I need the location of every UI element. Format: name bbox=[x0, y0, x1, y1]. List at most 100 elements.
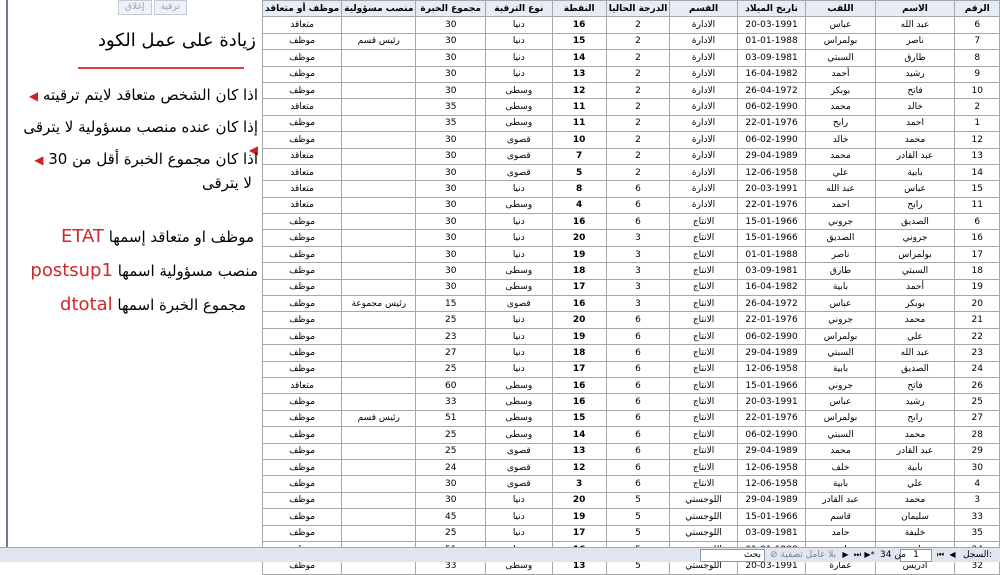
table-cell[interactable]: علي bbox=[874, 327, 956, 346]
table-cell[interactable]: 25 bbox=[415, 360, 486, 378]
table-cell[interactable]: 30 bbox=[415, 245, 486, 264]
last-record-icon[interactable]: ⏭ bbox=[852, 549, 863, 560]
table-row[interactable]: موظف 30 قصوى 3 6 الانتاج 12-06-1958 بابية علي 4 bbox=[261, 475, 1000, 493]
table-cell[interactable] bbox=[341, 278, 417, 297]
table-cell[interactable]: موظف bbox=[261, 262, 343, 280]
table-row[interactable]: متعاقد 30 قصوى 5 2 الادارة 12-06-1958 علي بابية 1… bbox=[261, 163, 1000, 182]
table-row[interactable]: متعاقد 30 قصوى 7 2 الادارة 29-04-1989 محمد عبد ا… bbox=[261, 147, 1000, 165]
table-row[interactable]: موظف 30 وسطى 18 3 الانتاج 03-09-1981 طارق السبتي… bbox=[261, 262, 1000, 280]
table-cell[interactable]: الادارة bbox=[669, 196, 738, 215]
table-cell[interactable]: 24 bbox=[954, 360, 1000, 378]
column-header[interactable]: الدرجة الحاليا bbox=[605, 0, 671, 18]
table-cell[interactable]: 15 bbox=[551, 32, 607, 51]
table-cell[interactable]: 6 bbox=[605, 426, 671, 444]
table-cell[interactable]: الانتاج bbox=[669, 409, 738, 428]
table-cell[interactable]: محمد bbox=[874, 426, 956, 444]
table-cell[interactable]: الصديق bbox=[805, 229, 876, 247]
table-row[interactable]: متعاقد 30 دنيا 16 2 الادارة 20-03-1991 عباس عبد … bbox=[261, 16, 1000, 34]
table-cell[interactable]: 22 bbox=[954, 327, 1000, 346]
table-cell[interactable]: 9 bbox=[954, 65, 1000, 83]
table-cell[interactable]: الصديق bbox=[874, 213, 956, 231]
table-cell[interactable]: جروني bbox=[805, 376, 876, 395]
table-cell[interactable]: 19 bbox=[551, 245, 607, 264]
table-cell[interactable]: احمد bbox=[805, 196, 876, 215]
table-cell[interactable]: 14 bbox=[954, 163, 1000, 182]
table-cell[interactable]: 2 bbox=[605, 98, 671, 116]
table-cell[interactable]: السبتي bbox=[805, 344, 876, 362]
table-cell[interactable]: وسطى bbox=[484, 262, 553, 280]
table-cell[interactable]: 19 bbox=[551, 508, 607, 526]
table-cell[interactable]: 30 bbox=[415, 81, 486, 100]
table-cell[interactable] bbox=[341, 229, 417, 247]
table-cell[interactable]: 3 bbox=[605, 245, 671, 264]
table-cell[interactable]: بابية bbox=[805, 360, 876, 378]
table-cell[interactable]: دنيا bbox=[484, 180, 553, 198]
table-cell[interactable]: 19 bbox=[551, 327, 607, 346]
table-cell[interactable]: 11 bbox=[954, 196, 1000, 215]
table-cell[interactable]: الادارة bbox=[669, 81, 738, 100]
table-cell[interactable]: 4 bbox=[954, 475, 1000, 493]
table-cell[interactable]: بوبكر bbox=[805, 81, 876, 100]
table-cell[interactable]: علي bbox=[874, 475, 956, 493]
table-cell[interactable]: عباس bbox=[805, 393, 876, 411]
table-cell[interactable]: 03-09-1981 bbox=[736, 262, 807, 280]
table-cell[interactable]: 30 bbox=[415, 491, 486, 510]
table-cell[interactable]: وسطى bbox=[484, 196, 553, 215]
table-cell[interactable]: محمد bbox=[805, 442, 876, 460]
table-row[interactable]: موظف 24 قصوى 12 6 الانتاج 12-06-1958 خلف بابية 30 bbox=[261, 458, 1000, 477]
table-cell[interactable]: اللوجستي bbox=[669, 524, 738, 542]
table-cell[interactable]: بابية bbox=[805, 278, 876, 297]
table-row[interactable]: موظف 30 دنيا 20 3 الانتاج 15-01-1966 الصديق جرون… bbox=[261, 229, 1000, 247]
table-cell[interactable]: الادارة bbox=[669, 131, 738, 149]
table-cell[interactable]: 6 bbox=[605, 409, 671, 428]
table-cell[interactable]: 6 bbox=[605, 376, 671, 395]
table-cell[interactable]: 5 bbox=[551, 163, 607, 182]
table-cell[interactable]: 21 bbox=[954, 311, 1000, 329]
table-cell[interactable]: 51 bbox=[415, 409, 486, 428]
table-cell[interactable]: موظف bbox=[261, 524, 343, 542]
table-cell[interactable]: الانتاج bbox=[669, 311, 738, 329]
table-cell[interactable]: الصديق bbox=[874, 360, 956, 378]
column-header[interactable]: مجموع الخبرة bbox=[415, 0, 486, 18]
table-cell[interactable]: 16 bbox=[551, 213, 607, 231]
table-cell[interactable]: 15 bbox=[415, 295, 486, 313]
table-cell[interactable]: متعاقد bbox=[261, 147, 343, 165]
table-cell[interactable]: 15-01-1966 bbox=[736, 508, 807, 526]
table-cell[interactable]: 16 bbox=[551, 295, 607, 313]
table-cell[interactable]: رشيد bbox=[874, 393, 956, 411]
table-cell[interactable]: 12-06-1958 bbox=[736, 458, 807, 477]
table-cell[interactable]: 5 bbox=[605, 524, 671, 542]
table-cell[interactable] bbox=[341, 344, 417, 362]
table-row[interactable]: موظف 25 قصوى 13 6 الانتاج 29-04-1989 محمد عبد ال… bbox=[261, 442, 1000, 460]
table-cell[interactable]: الادارة bbox=[669, 147, 738, 165]
table-cell[interactable]: ناصر bbox=[805, 245, 876, 264]
table-cell[interactable]: 01-01-1988 bbox=[736, 245, 807, 264]
table-cell[interactable]: 29-04-1989 bbox=[736, 147, 807, 165]
table-cell[interactable]: 30 bbox=[415, 475, 486, 493]
table-cell[interactable]: دنيا bbox=[484, 245, 553, 264]
table-cell[interactable]: 60 bbox=[415, 376, 486, 395]
table-cell[interactable]: محمد bbox=[874, 491, 956, 510]
table-row[interactable]: موظف 30 دنيا 16 6 الانتاج 15-01-1966 جروني الصدي… bbox=[261, 213, 1000, 231]
table-cell[interactable]: حامد bbox=[805, 524, 876, 542]
table-row[interactable]: متعاقد 60 وسطى 16 6 الانتاج 15-01-1966 جروني فات… bbox=[261, 376, 1000, 395]
table-cell[interactable]: 3 bbox=[605, 229, 671, 247]
table-cell[interactable]: خليفة bbox=[874, 524, 956, 542]
table-cell[interactable]: خالد bbox=[805, 131, 876, 149]
table-cell[interactable]: 03-09-1981 bbox=[736, 49, 807, 67]
table-cell[interactable]: 6 bbox=[954, 213, 1000, 231]
table-cell[interactable]: الادارة bbox=[669, 98, 738, 116]
table-cell[interactable]: 30 bbox=[415, 180, 486, 198]
table-cell[interactable]: موظف bbox=[261, 49, 343, 67]
table-cell[interactable]: 6 bbox=[605, 360, 671, 378]
table-row[interactable]: متعاقد 35 وسطى 11 2 الادارة 06-02-1990 محمد خالد… bbox=[261, 98, 1000, 116]
table-row[interactable]: موظف 25 دنيا 17 5 اللوجستي 03-09-1981 حامد خليفة… bbox=[261, 524, 1000, 542]
table-cell[interactable]: 11 bbox=[551, 114, 607, 133]
table-cell[interactable]: 16 bbox=[551, 16, 607, 34]
column-header[interactable]: اللقب bbox=[805, 0, 876, 18]
table-cell[interactable]: بولمراس bbox=[805, 409, 876, 428]
table-cell[interactable]: عبد القادر bbox=[874, 147, 956, 165]
table-cell[interactable]: قصوى bbox=[484, 147, 553, 165]
table-cell[interactable]: 26-04-1972 bbox=[736, 81, 807, 100]
filter-status[interactable]: ⊘ بلا عامل تصفية bbox=[770, 549, 836, 561]
